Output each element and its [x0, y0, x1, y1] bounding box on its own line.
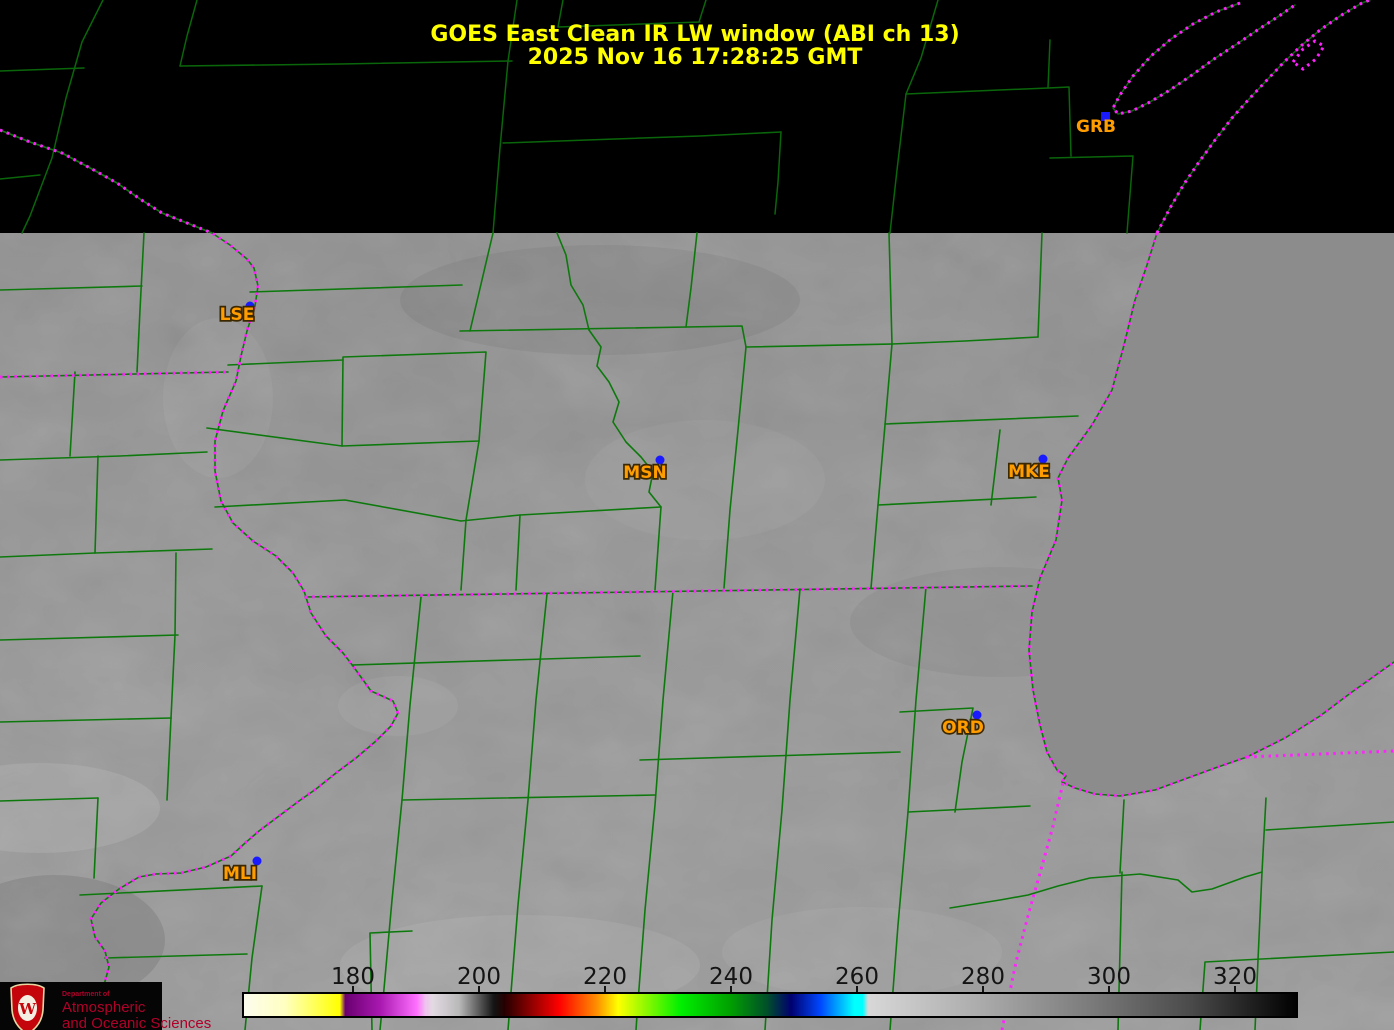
station-label: GRB	[1076, 117, 1116, 137]
logo-dept-line: Department of	[62, 991, 110, 998]
goes-ir-map: GRB LSE MSN MKE ORD MLI GOES East Clean …	[0, 0, 1394, 1030]
uw-crest-icon: W	[11, 984, 44, 1030]
station-label: ORD	[942, 718, 984, 738]
title-line1: GOES East Clean IR LW window (ABI ch 13)	[430, 22, 959, 47]
satellite-image-viewport: GRB LSE MSN MKE ORD MLI GOES East Clean …	[0, 0, 1394, 1030]
station-label: MLI	[223, 864, 257, 884]
station-label: MKE	[1008, 462, 1050, 482]
colorbar-gradient	[243, 993, 1297, 1017]
crest-letter: W	[18, 1000, 37, 1018]
station-label: MSN	[623, 463, 666, 483]
station-label: LSE	[220, 305, 255, 325]
title-line2: 2025 Nov 16 17:28:25 GMT	[528, 45, 863, 70]
logo-line1: Atmospheric	[62, 999, 146, 1016]
logo-line2: and Oceanic Sciences	[62, 1015, 211, 1030]
station-lse: LSE	[220, 302, 255, 326]
